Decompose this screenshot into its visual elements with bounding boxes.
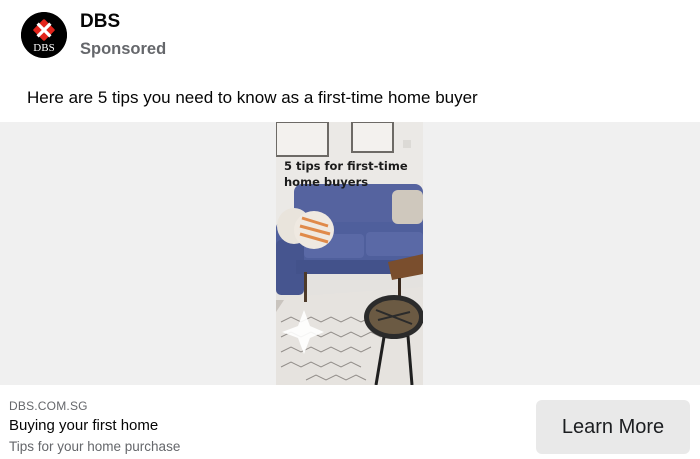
link-domain[interactable]: DBS.COM.SG — [9, 399, 88, 413]
link-headline[interactable]: Buying your first home — [9, 417, 158, 434]
learn-more-button[interactable]: Learn More — [536, 400, 690, 454]
sponsored-label[interactable]: Sponsored — [80, 40, 166, 59]
logo-text: DBS — [33, 42, 54, 54]
link-description[interactable]: Tips for your home purchase — [9, 439, 180, 454]
caption-line-2: home buyers — [284, 175, 369, 189]
ad-media[interactable]: 5 tips for first-time home buyers — [0, 122, 700, 385]
dbs-logo-avatar[interactable]: DBS — [21, 12, 67, 58]
advertiser-name[interactable]: DBS — [80, 11, 120, 33]
caption-line-1: 5 tips for first-time — [284, 159, 408, 173]
dbs-logo-icon: DBS — [21, 12, 67, 58]
post-header: DBS DBS Sponsored — [0, 0, 700, 80]
post-message: Here are 5 tips you need to know as a fi… — [27, 88, 478, 107]
video-frame[interactable]: 5 tips for first-time home buyers — [276, 122, 423, 385]
link-footer[interactable]: DBS.COM.SG Buying your first home Tips f… — [0, 385, 700, 459]
video-caption: 5 tips for first-time home buyers — [284, 158, 414, 190]
